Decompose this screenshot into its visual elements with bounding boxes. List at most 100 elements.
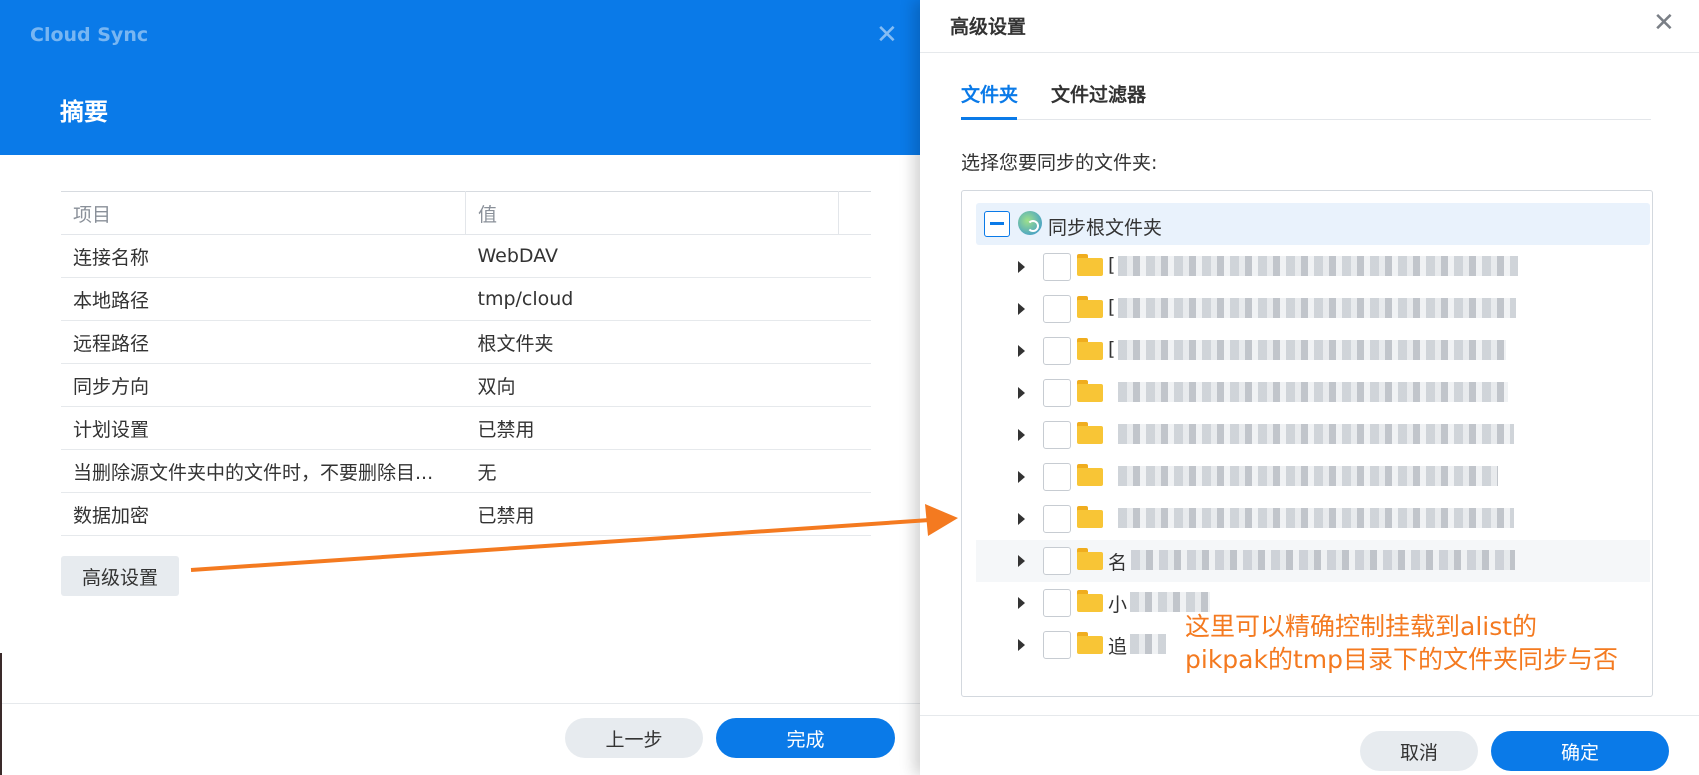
folder-row[interactable] — [962, 414, 1650, 456]
folder-row[interactable]: [ — [962, 288, 1650, 330]
expand-caret-icon[interactable] — [1018, 387, 1025, 399]
confirm-button[interactable]: 确定 — [1491, 731, 1669, 771]
folder-name: [ — [1108, 338, 1116, 360]
expand-caret-icon[interactable] — [1018, 303, 1025, 315]
title-divider — [920, 52, 1699, 53]
folder-row[interactable] — [962, 498, 1650, 540]
blurred-folder-name — [1118, 256, 1518, 276]
folder-icon — [1077, 548, 1103, 570]
sync-root-icon — [1018, 211, 1042, 235]
summary-dialog: Cloud Sync ✕ 摘要 项目 值 连接名称 WebDAV 本地路径 tmp/… — [0, 0, 920, 775]
folder-icon — [1077, 590, 1103, 612]
row-value: 无 — [465, 449, 871, 493]
expand-caret-icon[interactable] — [1018, 555, 1025, 567]
folder-icon — [1077, 506, 1103, 528]
column-header-item: 项目 — [61, 191, 466, 235]
table-row: 计划设置 已禁用 — [61, 406, 871, 450]
table-row: 当删除源文件夹中的文件时，不要删除目... 无 — [61, 449, 871, 493]
row-item: 计划设置 — [61, 406, 466, 450]
row-item: 本地路径 — [61, 277, 466, 321]
row-item: 远程路径 — [61, 320, 466, 364]
folder-row[interactable] — [962, 456, 1650, 498]
row-value: 双向 — [465, 363, 871, 407]
tab-folder[interactable]: 文件夹 — [961, 80, 1018, 107]
expand-caret-icon[interactable] — [1018, 429, 1025, 441]
folder-icon — [1077, 380, 1103, 402]
blurred-folder-name — [1118, 508, 1514, 528]
table-header-row: 项目 值 — [61, 191, 871, 235]
row-value: tmp/cloud — [465, 277, 871, 321]
blurred-folder-name — [1118, 382, 1508, 402]
root-folder-label: 同步根文件夹 — [1048, 217, 1163, 239]
folder-icon — [1077, 632, 1103, 654]
close-icon[interactable]: ✕ — [876, 20, 898, 50]
table-row: 同步方向 双向 — [61, 363, 871, 407]
cancel-button[interactable]: 取消 — [1360, 731, 1478, 771]
folder-icon — [1077, 254, 1103, 276]
folder-checkbox[interactable] — [1043, 379, 1071, 407]
tab-file-filter[interactable]: 文件过滤器 — [1051, 80, 1146, 107]
folder-row[interactable]: [ — [962, 246, 1650, 288]
folder-checkbox[interactable] — [1043, 463, 1071, 491]
annotation-line-1: 这里可以精确控制挂载到alist的 — [1185, 612, 1538, 641]
folder-icon — [1077, 464, 1103, 486]
finish-button[interactable]: 完成 — [716, 718, 895, 758]
folder-checkbox[interactable] — [1043, 253, 1071, 281]
row-value: 已禁用 — [465, 492, 871, 536]
folder-icon — [1077, 338, 1103, 360]
previous-step-button[interactable]: 上一步 — [565, 718, 703, 758]
row-item: 当删除源文件夹中的文件时，不要删除目... — [61, 449, 466, 493]
blurred-folder-name — [1130, 634, 1166, 654]
folder-name: [ — [1108, 296, 1116, 318]
annotation-line-2: pikpak的tmp目录下的文件夹同步与否 — [1185, 645, 1618, 674]
blurred-folder-name — [1130, 592, 1210, 612]
footer-divider — [0, 703, 920, 704]
folder-name: 追 — [1108, 636, 1128, 658]
row-item: 同步方向 — [61, 363, 466, 407]
table-row: 本地路径 tmp/cloud — [61, 277, 871, 321]
folder-prompt: 选择您要同步的文件夹: — [961, 152, 1158, 174]
row-item: 连接名称 — [61, 234, 466, 278]
row-item: 数据加密 — [61, 492, 466, 536]
blurred-folder-name — [1118, 424, 1514, 444]
folder-checkbox[interactable] — [1043, 631, 1071, 659]
annotation-text: 这里可以精确控制挂载到alist的 pikpak的tmp目录下的文件夹同步与否 — [1185, 610, 1618, 676]
folder-checkbox[interactable] — [1043, 337, 1071, 365]
background-window-edge — [0, 653, 2, 775]
row-value: 已禁用 — [465, 406, 871, 450]
folder-row[interactable]: [ — [962, 330, 1650, 372]
folder-row[interactable] — [962, 372, 1650, 414]
summary-table: 项目 值 连接名称 WebDAV 本地路径 tmp/cloud 远程路径 根文件夹 同… — [61, 191, 871, 536]
folder-row[interactable]: 名 — [976, 540, 1650, 582]
blurred-folder-name — [1118, 298, 1516, 318]
folder-name: 小 — [1108, 594, 1128, 616]
dialog-title: 高级设置 — [950, 16, 1027, 38]
row-value: 根文件夹 — [465, 320, 871, 364]
page-title: 摘要 — [60, 98, 108, 126]
root-partial-checkbox[interactable] — [984, 211, 1010, 237]
expand-caret-icon[interactable] — [1018, 471, 1025, 483]
folder-icon — [1077, 296, 1103, 318]
tree-root-row[interactable]: 同步根文件夹 — [976, 203, 1650, 245]
folder-name: [ — [1108, 254, 1116, 276]
column-header-spacer — [838, 191, 871, 235]
table-row: 远程路径 根文件夹 — [61, 320, 871, 364]
footer-divider — [920, 715, 1699, 716]
folder-checkbox[interactable] — [1043, 589, 1071, 617]
table-row: 连接名称 WebDAV — [61, 234, 871, 278]
folder-checkbox[interactable] — [1043, 421, 1071, 449]
expand-caret-icon[interactable] — [1018, 513, 1025, 525]
folder-checkbox[interactable] — [1043, 547, 1071, 575]
expand-caret-icon[interactable] — [1018, 261, 1025, 273]
expand-caret-icon[interactable] — [1018, 345, 1025, 357]
blurred-folder-name — [1118, 466, 1498, 486]
folder-checkbox[interactable] — [1043, 295, 1071, 323]
close-icon[interactable]: ✕ — [1653, 8, 1675, 38]
expand-caret-icon[interactable] — [1018, 639, 1025, 651]
row-value: WebDAV — [465, 234, 871, 278]
advanced-settings-button[interactable]: 高级设置 — [61, 556, 179, 596]
folder-checkbox[interactable] — [1043, 505, 1071, 533]
table-row: 数据加密 已禁用 — [61, 492, 871, 536]
expand-caret-icon[interactable] — [1018, 597, 1025, 609]
tab-divider — [961, 119, 1651, 120]
